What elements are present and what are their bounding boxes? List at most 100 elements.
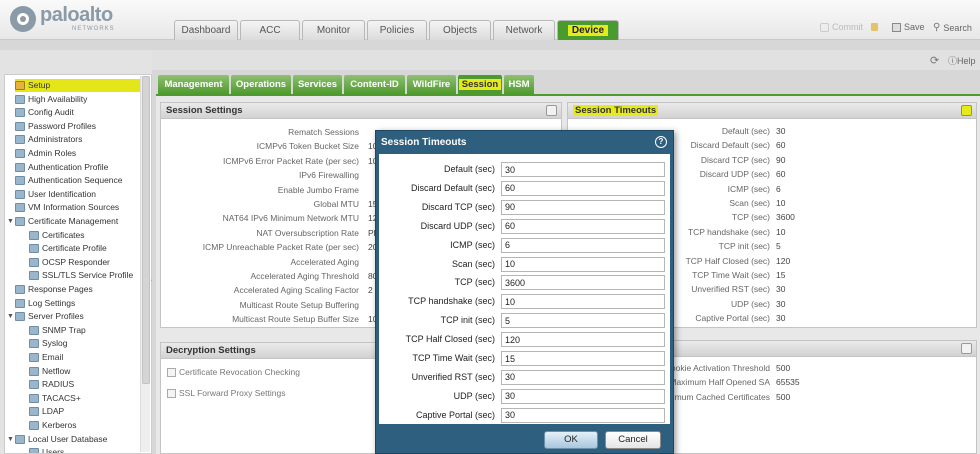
sidebar-item[interactable]: Response Pages	[15, 283, 93, 296]
syn-cookie-gear-icon[interactable]	[961, 343, 972, 354]
dialog-field-input[interactable]	[501, 275, 665, 291]
sidebar-item[interactable]: Certificates	[29, 229, 85, 242]
search-icon: ⚲	[933, 22, 941, 33]
sidebar-item[interactable]: ▼ Certificate Management	[7, 215, 118, 228]
dialog-field-input[interactable]	[501, 369, 665, 385]
setting-label: NAT Oversubscription Rate	[256, 227, 359, 238]
session-settings-gear-icon[interactable]	[546, 105, 557, 116]
dialog-field-input[interactable]	[501, 256, 665, 272]
sidebar-item-icon	[15, 217, 25, 226]
dialog-field-input[interactable]	[501, 313, 665, 329]
subtab-content-id[interactable]: Content-ID	[344, 75, 405, 94]
nav-tab-acc[interactable]: ACC	[240, 20, 300, 40]
sidebar-item[interactable]: High Availability	[15, 93, 87, 106]
sidebar-item[interactable]: Authentication Profile	[15, 161, 108, 174]
sidebar-item[interactable]: Config Audit	[15, 106, 74, 119]
sidebar-item[interactable]: Admin Roles	[15, 147, 76, 160]
dialog-field-input[interactable]	[501, 294, 665, 310]
sidebar-item-icon	[15, 298, 25, 308]
decryption-link[interactable]: SSL Forward Proxy Settings	[167, 388, 285, 398]
sidebar-item[interactable]: SNMP Trap	[29, 324, 86, 337]
dialog-help-icon[interactable]: ?	[655, 136, 667, 148]
sidebar-item[interactable]: Netflow	[29, 365, 70, 378]
setting-label: Enable Jumbo Frame	[277, 184, 359, 195]
tree-scroll-thumb[interactable]	[142, 76, 150, 384]
session-timeouts-gear-icon[interactable]	[961, 105, 972, 116]
refresh-icon[interactable]: ⟳	[930, 54, 942, 67]
timeout-value: 90	[776, 154, 786, 165]
nav-tab-objects[interactable]: Objects	[429, 20, 491, 40]
top-divider	[0, 40, 980, 50]
sidebar-item[interactable]: Log Settings	[15, 297, 75, 310]
dialog-field-input[interactable]	[501, 199, 665, 215]
expand-arrow-icon[interactable]: ▼	[7, 215, 14, 228]
sidebar-item-label: Authentication Sequence	[28, 175, 123, 186]
sidebar-item[interactable]: LDAP	[29, 405, 64, 418]
subtab-wildfire[interactable]: WildFire	[407, 75, 456, 94]
cancel-button[interactable]: Cancel	[605, 431, 661, 449]
nav-tab-policies[interactable]: Policies	[367, 20, 427, 40]
dialog-field-input[interactable]	[501, 388, 665, 404]
dialog-field-input[interactable]	[501, 180, 665, 196]
subtab-hsm[interactable]: HSM	[504, 75, 534, 94]
sidebar-item[interactable]: Users	[29, 446, 64, 453]
dialog-field-input[interactable]	[501, 351, 665, 366]
sidebar-item-label: Local User Database	[28, 433, 108, 444]
dialog-field-label: Unverified RST (sec)	[411, 371, 495, 382]
commit-button[interactable]: Commit	[820, 22, 878, 32]
sidebar-item[interactable]: Authentication Sequence	[15, 174, 123, 187]
subtab-services[interactable]: Services	[293, 75, 342, 94]
sidebar-item-label: Response Pages	[28, 284, 93, 294]
nav-tab-monitor[interactable]: Monitor	[302, 20, 365, 40]
dialog-field-input[interactable]	[501, 332, 665, 348]
sidebar-item[interactable]: TACACS+	[29, 392, 81, 405]
sidebar-item-icon	[29, 257, 39, 267]
sidebar-item[interactable]: RADIUS	[29, 378, 74, 391]
sidebar-item[interactable]: VM Information Sources	[15, 201, 119, 214]
decryption-link[interactable]: Certificate Revocation Checking	[167, 367, 300, 377]
sidebar-item[interactable]: Kerberos	[29, 419, 77, 432]
save-button[interactable]: Save	[892, 22, 925, 32]
nav-tab-device[interactable]: Device	[557, 20, 619, 40]
tree-scrollbar[interactable]	[140, 76, 150, 452]
sidebar-item-label: Log Settings	[28, 297, 76, 308]
expand-arrow-icon[interactable]: ▼	[7, 433, 14, 446]
sidebar-item[interactable]: ▼ Server Profiles	[7, 310, 84, 323]
sidebar-item[interactable]: Syslog	[29, 337, 68, 350]
sidebar-item-icon	[15, 149, 25, 158]
sidebar-item[interactable]: Administrators	[15, 133, 82, 146]
ok-button[interactable]: OK	[544, 431, 598, 449]
subtab-session[interactable]: Session	[458, 75, 502, 94]
sidebar-item[interactable]: Email	[29, 351, 63, 364]
sidebar-item-label: LDAP	[42, 406, 65, 417]
nav-tab-network[interactable]: Network	[493, 20, 555, 40]
dialog-field-label: TCP init (sec)	[440, 315, 495, 326]
sidebar-item-icon	[15, 176, 25, 186]
expand-arrow-icon[interactable]: ▼	[7, 310, 14, 323]
timeout-value: 30	[776, 284, 786, 295]
sidebar-item[interactable]: SSL/TLS Service Profile	[29, 269, 133, 282]
link-icon	[167, 388, 176, 398]
dialog-field-input[interactable]	[501, 237, 665, 253]
help-button[interactable]: ⓘHelp	[948, 54, 976, 67]
sidebar-item-label: Email	[42, 352, 64, 362]
sidebar-item[interactable]: OCSP Responder	[29, 256, 110, 269]
sidebar-item[interactable]: Certificate Profile	[29, 242, 107, 255]
sidebar-item-icon	[29, 230, 39, 240]
dialog-field-input[interactable]	[501, 218, 665, 234]
dialog-field-input[interactable]	[501, 162, 665, 177]
help-icon: ⓘ	[948, 56, 958, 66]
sidebar-item[interactable]: ▼ Local User Database	[7, 433, 107, 446]
subtab-operations[interactable]: Operations	[231, 75, 291, 94]
sidebar-item[interactable]: Setup	[15, 79, 141, 92]
search-button[interactable]: ⚲ Search	[933, 22, 972, 33]
dialog-field-input[interactable]	[501, 407, 665, 423]
sidebar-item-label: Config Audit	[28, 107, 74, 118]
sidebar-item[interactable]: Password Profiles	[15, 120, 96, 133]
subtab-management[interactable]: Management	[158, 75, 229, 94]
timeout-value: 15	[776, 270, 786, 280]
sidebar-item[interactable]: User Identification	[15, 188, 96, 201]
setting-label: Accelerated Aging	[290, 256, 359, 267]
sidebar-item-icon	[15, 189, 25, 199]
nav-tab-dashboard[interactable]: Dashboard	[174, 20, 238, 40]
